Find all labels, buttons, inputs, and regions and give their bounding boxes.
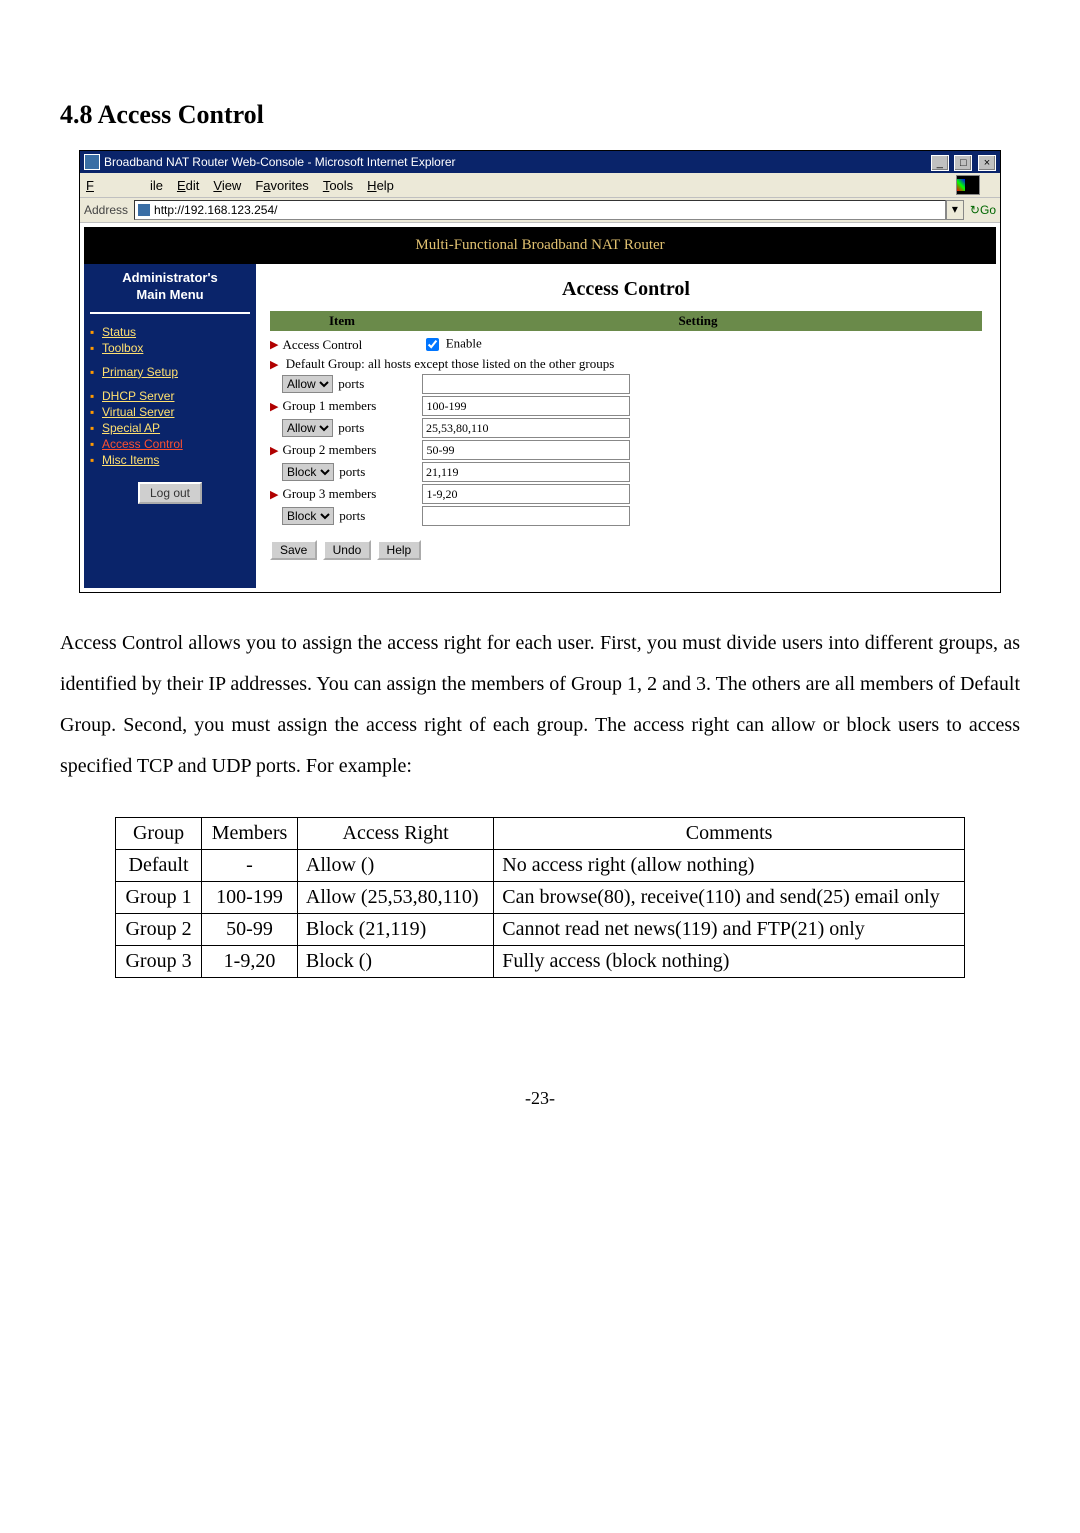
- enable-label: Enable: [446, 335, 482, 350]
- table-row: Group 2 50-99 Block (21,119) Cannot read…: [116, 914, 965, 946]
- browser-menubar: File Edit View Favorites Tools Help: [80, 173, 1000, 198]
- menu-help[interactable]: Help: [367, 178, 394, 193]
- th-group: Group: [116, 818, 202, 850]
- table-row: Group 3 1-9,20 Block () Fully access (bl…: [116, 946, 965, 978]
- save-button[interactable]: Save: [270, 540, 317, 560]
- row-group1-ports: Allow ports: [270, 418, 982, 438]
- sidebar-item-misc: Misc Items: [90, 452, 250, 468]
- menu-tools[interactable]: Tools: [323, 178, 353, 193]
- ie-icon: [84, 154, 100, 170]
- main-panel: Access Control Item Setting ▶ Access Con…: [256, 264, 996, 588]
- group2-ports-input[interactable]: [422, 462, 630, 482]
- page-banner: Multi-Functional Broadband NAT Router: [84, 227, 996, 264]
- page-icon: [138, 204, 150, 216]
- sidebar-item-virtual: Virtual Server: [90, 404, 250, 420]
- sidebar-item-status: Status: [90, 324, 250, 340]
- sidebar-item-toolbox: Toolbox: [90, 340, 250, 356]
- header-item: Item: [270, 311, 414, 331]
- help-button[interactable]: Help: [377, 540, 422, 560]
- sidebar-item-special: Special AP: [90, 420, 250, 436]
- group3-ports-select[interactable]: Block: [282, 507, 334, 525]
- browser-window: Broadband NAT Router Web-Console - Micro…: [79, 150, 1001, 593]
- sidebar-title: Administrator's Main Menu: [90, 270, 250, 314]
- url-input[interactable]: http://192.168.123.254/: [134, 200, 946, 220]
- address-bar: Address http://192.168.123.254/ ▾ ↻Go: [80, 198, 1000, 223]
- maximize-icon[interactable]: □: [954, 155, 972, 171]
- section-heading: 4.8 Access Control: [60, 100, 1020, 130]
- row-default-ports: Allow ports: [270, 374, 982, 394]
- admin-sidebar: Administrator's Main Menu Status Toolbox…: [84, 264, 256, 588]
- row-group2-ports: Block ports: [270, 462, 982, 482]
- menu-favorites[interactable]: Favorites: [255, 178, 308, 193]
- arrow-icon: ▶: [270, 359, 278, 371]
- menu-file[interactable]: File: [86, 178, 163, 193]
- menu-view[interactable]: View: [213, 178, 241, 193]
- th-right: Access Right: [297, 818, 493, 850]
- window-title: Broadband NAT Router Web-Console - Micro…: [104, 155, 929, 169]
- row-default-group-note: ▶ Default Group: all hosts except those …: [270, 356, 982, 372]
- page-number: -23-: [60, 1088, 1020, 1109]
- arrow-icon: ▶: [270, 400, 278, 413]
- group1-ports-select[interactable]: Allow: [282, 419, 333, 437]
- arrow-icon: ▶: [270, 338, 278, 351]
- description-paragraph: Access Control allows you to assign the …: [60, 623, 1020, 787]
- group3-members-input[interactable]: [422, 484, 630, 504]
- default-ports-select[interactable]: Allow: [282, 375, 333, 393]
- logout-button[interactable]: Log out: [138, 482, 202, 504]
- address-label: Address: [84, 203, 128, 217]
- row-group1-members: ▶ Group 1 members: [270, 396, 982, 416]
- row-group3-ports: Block ports: [270, 506, 982, 526]
- table-header-row: Group Members Access Right Comments: [116, 818, 965, 850]
- group2-ports-select[interactable]: Block: [282, 463, 334, 481]
- default-ports-input[interactable]: [422, 374, 630, 394]
- sidebar-item-primary-setup: Primary Setup: [90, 364, 250, 380]
- url-text: http://192.168.123.254/: [154, 202, 277, 218]
- page-area: Multi-Functional Broadband NAT Router Ad…: [80, 223, 1000, 592]
- window-controls: _ □ ×: [929, 154, 996, 171]
- row-group2-members: ▶ Group 2 members: [270, 440, 982, 460]
- row-access-control: ▶ Access Control Enable: [270, 335, 982, 354]
- menu-edit[interactable]: Edit: [177, 178, 199, 193]
- url-dropdown-icon[interactable]: ▾: [946, 200, 964, 220]
- arrow-icon: ▶: [270, 444, 278, 457]
- go-button[interactable]: ↻Go: [970, 203, 996, 217]
- row-group3-members: ▶ Group 3 members: [270, 484, 982, 504]
- table-row: Group 1 100-199 Allow (25,53,80,110) Can…: [116, 882, 965, 914]
- example-table: Group Members Access Right Comments Defa…: [115, 817, 965, 978]
- undo-button[interactable]: Undo: [323, 540, 372, 560]
- minimize-icon[interactable]: _: [931, 155, 949, 171]
- th-members: Members: [202, 818, 298, 850]
- group1-ports-input[interactable]: [422, 418, 630, 438]
- group1-members-input[interactable]: [422, 396, 630, 416]
- ie-logo-icon: [956, 175, 980, 195]
- header-setting: Setting: [414, 311, 982, 331]
- sidebar-item-access-control: Access Control: [90, 436, 250, 452]
- arrow-icon: ▶: [270, 488, 278, 501]
- close-icon[interactable]: ×: [978, 155, 996, 171]
- enable-checkbox[interactable]: [426, 338, 439, 351]
- sidebar-item-dhcp: DHCP Server: [90, 388, 250, 404]
- table-row: Default - Allow () No access right (allo…: [116, 850, 965, 882]
- window-titlebar: Broadband NAT Router Web-Console - Micro…: [80, 151, 1000, 173]
- th-comments: Comments: [494, 818, 965, 850]
- group3-ports-input[interactable]: [422, 506, 630, 526]
- group2-members-input[interactable]: [422, 440, 630, 460]
- config-table-header: Item Setting: [270, 311, 982, 331]
- config-button-row: Save Undo Help: [270, 540, 982, 560]
- panel-title: Access Control: [270, 278, 982, 301]
